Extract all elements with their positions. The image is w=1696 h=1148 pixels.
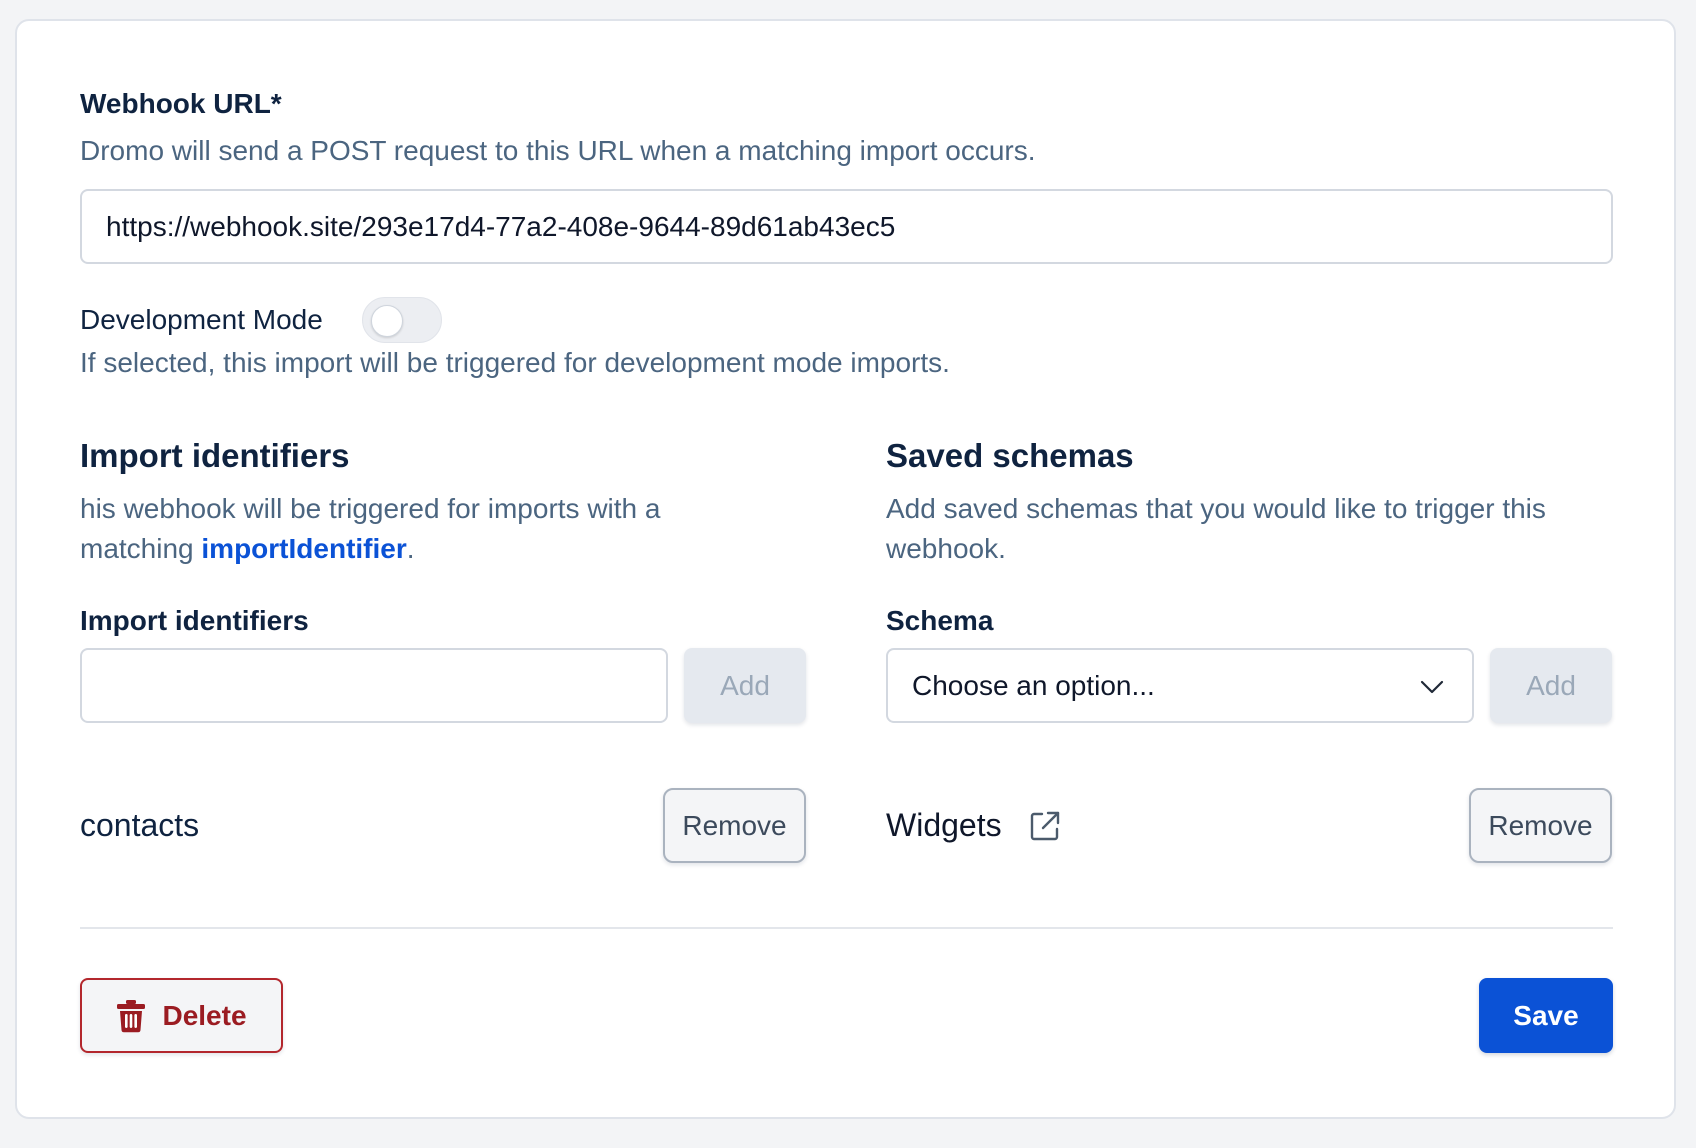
import-identifiers-field-label: Import identifiers	[80, 605, 309, 636]
section-divider	[80, 927, 1613, 929]
webhook-settings-card	[15, 19, 1676, 1119]
import-identifier-link[interactable]: importIdentifier	[201, 533, 406, 564]
add-schema-button[interactable]: Add	[1490, 648, 1612, 723]
schema-field-label: Schema	[886, 605, 994, 636]
remove-import-identifier-button[interactable]: Remove	[663, 788, 806, 863]
chevron-down-icon	[1420, 680, 1444, 694]
development-mode-label: Development Mode	[80, 304, 323, 335]
saved-schemas-help: Add saved schemas that you would like to…	[886, 493, 1546, 564]
development-mode-help: If selected, this import will be trigger…	[80, 347, 950, 378]
toggle-knob	[371, 305, 403, 337]
webhook-url-help: Dromo will send a POST request to this U…	[80, 135, 1036, 166]
remove-schema-button[interactable]: Remove	[1469, 788, 1612, 863]
save-button[interactable]: Save	[1479, 978, 1613, 1053]
add-import-identifier-button[interactable]: Add	[684, 648, 806, 723]
schema-select-value: Choose an option...	[912, 670, 1155, 701]
webhook-url-label: Webhook URL*	[80, 88, 282, 119]
schema-item: Widgets	[886, 807, 1002, 843]
import-identifier-item: contacts	[80, 807, 200, 843]
schema-select[interactable]: Choose an option...	[886, 648, 1474, 723]
webhook-url-input[interactable]	[80, 189, 1613, 264]
external-link-icon[interactable]	[1028, 809, 1062, 843]
delete-label: Delete	[162, 999, 247, 1031]
saved-schemas-title: Saved schemas	[886, 437, 1134, 474]
delete-button[interactable]: Delete	[80, 978, 283, 1053]
development-mode-toggle[interactable]	[362, 297, 442, 343]
trash-icon	[117, 999, 146, 1032]
import-identifier-input[interactable]	[80, 648, 668, 723]
help-text-suffix: .	[406, 533, 415, 564]
import-identifiers-title: Import identifiers	[80, 437, 350, 474]
import-identifiers-help: his webhook will be triggered for import…	[80, 489, 760, 569]
